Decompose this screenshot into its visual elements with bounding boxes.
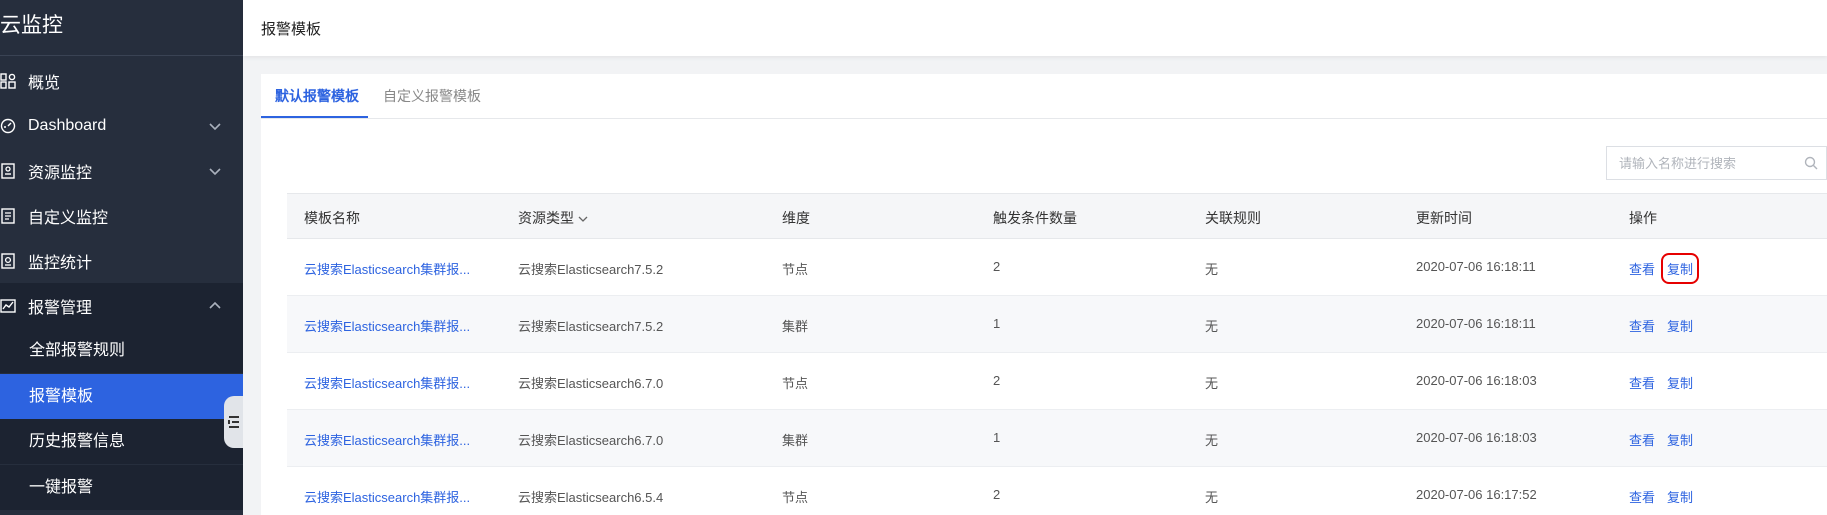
sidebar-item-statistics[interactable]: 监控统计 bbox=[0, 238, 243, 283]
linked-rules: 无 bbox=[1205, 376, 1219, 391]
sidebar-item-label: 概览 bbox=[28, 74, 61, 92]
sidebar-subitem-all-rules[interactable]: 全部报警规则 bbox=[0, 328, 243, 373]
statistics-icon bbox=[0, 252, 28, 269]
sidebar: 云监控 概览 Dashboard 资源监控 自定义监控 监控统计 报警管理 全部… bbox=[0, 0, 243, 515]
top-bar: 报警模板 bbox=[243, 0, 1827, 56]
sidebar-item-alarm-management[interactable]: 报警管理 bbox=[0, 283, 243, 328]
updated-time: 2020-07-06 16:18:03 bbox=[1416, 373, 1537, 388]
alarm-chart-icon bbox=[0, 298, 28, 314]
template-name-link[interactable]: 云搜索Elasticsearch集群报... bbox=[304, 316, 470, 335]
dimension: 节点 bbox=[782, 490, 809, 505]
resource-type: 云搜索Elasticsearch6.7.0 bbox=[518, 433, 664, 448]
sidebar-item-overview[interactable]: 概览 bbox=[0, 58, 243, 103]
dimension: 节点 bbox=[782, 262, 809, 277]
custom-monitor-icon bbox=[0, 207, 28, 224]
linked-rules: 无 bbox=[1205, 433, 1219, 448]
column-header-linked-rules: 关联规则 bbox=[1205, 210, 1261, 226]
column-header-resource-type[interactable]: 资源类型 bbox=[518, 208, 588, 228]
sidebar-collapse-handle[interactable] bbox=[224, 396, 243, 448]
sidebar-subitem-alarm-templates[interactable]: 报警模板 bbox=[0, 374, 243, 419]
table-row: 云搜索Elasticsearch集群报... 云搜索Elasticsearch6… bbox=[287, 353, 1827, 410]
sidebar-subitem-one-click-alarm[interactable]: 一键报警 bbox=[0, 465, 243, 510]
sidebar-item-dashboard[interactable]: Dashboard bbox=[0, 103, 243, 148]
table-row: 云搜索Elasticsearch集群报... 云搜索Elasticsearch6… bbox=[287, 467, 1827, 515]
table-row: 云搜索Elasticsearch集群报... 云搜索Elasticsearch6… bbox=[287, 410, 1827, 467]
tab-default-templates[interactable]: 默认报警模板 bbox=[275, 86, 359, 106]
view-button[interactable]: 查看 bbox=[1629, 316, 1655, 335]
main-panel: 默认报警模板 自定义报警模板 模板名称 资源类型 维度 触发条件数量 关联规则 … bbox=[261, 74, 1827, 515]
copy-button[interactable]: 复制 bbox=[1667, 430, 1693, 449]
sidebar-item-custom-monitor[interactable]: 自定义监控 bbox=[0, 193, 243, 238]
active-tab-indicator bbox=[261, 116, 368, 118]
sidebar-subitem-alarm-history[interactable]: 历史报警信息 bbox=[0, 419, 243, 464]
sidebar-item-label: 监控统计 bbox=[28, 254, 93, 272]
breadcrumb: 报警模板 bbox=[261, 21, 322, 38]
view-button[interactable]: 查看 bbox=[1629, 373, 1655, 392]
linked-rules: 无 bbox=[1205, 490, 1219, 505]
trigger-count: 1 bbox=[993, 316, 1001, 331]
template-name-link[interactable]: 云搜索Elasticsearch集群报... bbox=[304, 430, 470, 449]
view-button[interactable]: 查看 bbox=[1629, 487, 1655, 506]
column-header-trigger-count: 触发条件数量 bbox=[993, 210, 1077, 226]
sidebar-item-label: 报警管理 bbox=[28, 299, 93, 317]
resource-type: 云搜索Elasticsearch6.7.0 bbox=[518, 376, 664, 391]
column-header-dimension: 维度 bbox=[782, 210, 810, 226]
sidebar-item-label: 自定义监控 bbox=[28, 209, 109, 227]
chevron-down-icon bbox=[209, 167, 221, 175]
template-name-link[interactable]: 云搜索Elasticsearch集群报... bbox=[304, 373, 470, 392]
copy-button[interactable]: 复制 bbox=[1667, 487, 1693, 506]
column-header-label: 资源类型 bbox=[518, 210, 574, 226]
resource-type: 云搜索Elasticsearch6.5.4 bbox=[518, 490, 664, 505]
copy-button[interactable]: 复制 bbox=[1660, 253, 1700, 284]
column-header-actions: 操作 bbox=[1629, 210, 1657, 226]
table-row: 云搜索Elasticsearch集群报... 云搜索Elasticsearch7… bbox=[287, 296, 1827, 353]
overview-grid-icon bbox=[0, 72, 28, 89]
resource-monitor-icon bbox=[0, 162, 28, 179]
table-header: 模板名称 资源类型 维度 触发条件数量 关联规则 更新时间 操作 bbox=[287, 193, 1827, 239]
sidebar-item-label: 资源监控 bbox=[28, 164, 93, 182]
template-name-link[interactable]: 云搜索Elasticsearch集群报... bbox=[304, 259, 470, 278]
copy-button[interactable]: 复制 bbox=[1667, 316, 1693, 335]
resource-type: 云搜索Elasticsearch7.5.2 bbox=[518, 262, 664, 277]
trigger-count: 2 bbox=[993, 487, 1001, 502]
updated-time: 2020-07-06 16:18:11 bbox=[1416, 316, 1536, 331]
search-icon[interactable] bbox=[1796, 156, 1826, 170]
template-name-link[interactable]: 云搜索Elasticsearch集群报... bbox=[304, 487, 470, 506]
trigger-count: 1 bbox=[993, 430, 1001, 445]
updated-time: 2020-07-06 16:18:03 bbox=[1416, 430, 1537, 445]
dashboard-gauge-icon bbox=[0, 118, 28, 134]
dimension: 集群 bbox=[782, 433, 809, 448]
column-header-name: 模板名称 bbox=[304, 210, 360, 226]
tab-bar: 默认报警模板 自定义报警模板 bbox=[261, 74, 1827, 119]
linked-rules: 无 bbox=[1205, 319, 1219, 334]
updated-time: 2020-07-06 16:18:11 bbox=[1416, 259, 1536, 274]
trigger-count: 2 bbox=[993, 373, 1001, 388]
filter-chevron-down-icon[interactable] bbox=[578, 214, 588, 224]
collapse-menu-icon bbox=[227, 416, 239, 428]
sidebar-item-resource-monitor[interactable]: 资源监控 bbox=[0, 148, 243, 193]
chevron-down-icon bbox=[209, 122, 221, 130]
resource-type: 云搜索Elasticsearch7.5.2 bbox=[518, 319, 664, 334]
dimension: 节点 bbox=[782, 376, 809, 391]
column-header-updated-time: 更新时间 bbox=[1416, 210, 1472, 226]
linked-rules: 无 bbox=[1205, 262, 1219, 277]
view-button[interactable]: 查看 bbox=[1629, 430, 1655, 449]
tab-custom-templates[interactable]: 自定义报警模板 bbox=[383, 86, 481, 106]
chevron-up-icon bbox=[209, 301, 221, 309]
trigger-count: 2 bbox=[993, 259, 1001, 274]
copy-button[interactable]: 复制 bbox=[1667, 373, 1693, 392]
sidebar-title: 云监控 bbox=[0, 0, 243, 56]
search-box bbox=[1606, 146, 1827, 180]
dimension: 集群 bbox=[782, 319, 809, 334]
table-row: 云搜索Elasticsearch集群报... 云搜索Elasticsearch7… bbox=[287, 239, 1827, 296]
search-input[interactable] bbox=[1607, 155, 1796, 171]
sidebar-item-label: Dashboard bbox=[28, 116, 107, 134]
updated-time: 2020-07-06 16:17:52 bbox=[1416, 487, 1537, 502]
view-button[interactable]: 查看 bbox=[1629, 259, 1655, 278]
